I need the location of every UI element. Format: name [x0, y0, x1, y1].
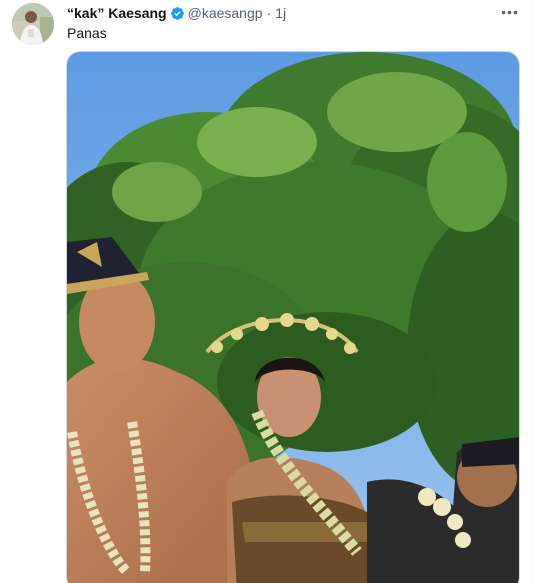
tweet-card[interactable]: “kak” Kaesang @kaesangp · 1j Panas [0, 0, 534, 583]
verified-badge-icon [170, 6, 185, 21]
more-options-icon[interactable] [499, 3, 519, 21]
tweet-text: Panas [67, 25, 107, 41]
tweet-header: “kak” Kaesang @kaesangp · 1j [67, 4, 286, 22]
tweet-photo[interactable] [66, 51, 520, 583]
separator-dot: · [266, 5, 272, 21]
display-name[interactable]: “kak” Kaesang [67, 5, 167, 21]
avatar[interactable] [12, 3, 54, 45]
tweet-timestamp[interactable]: 1j [275, 5, 286, 21]
user-handle[interactable]: @kaesangp [188, 5, 263, 21]
